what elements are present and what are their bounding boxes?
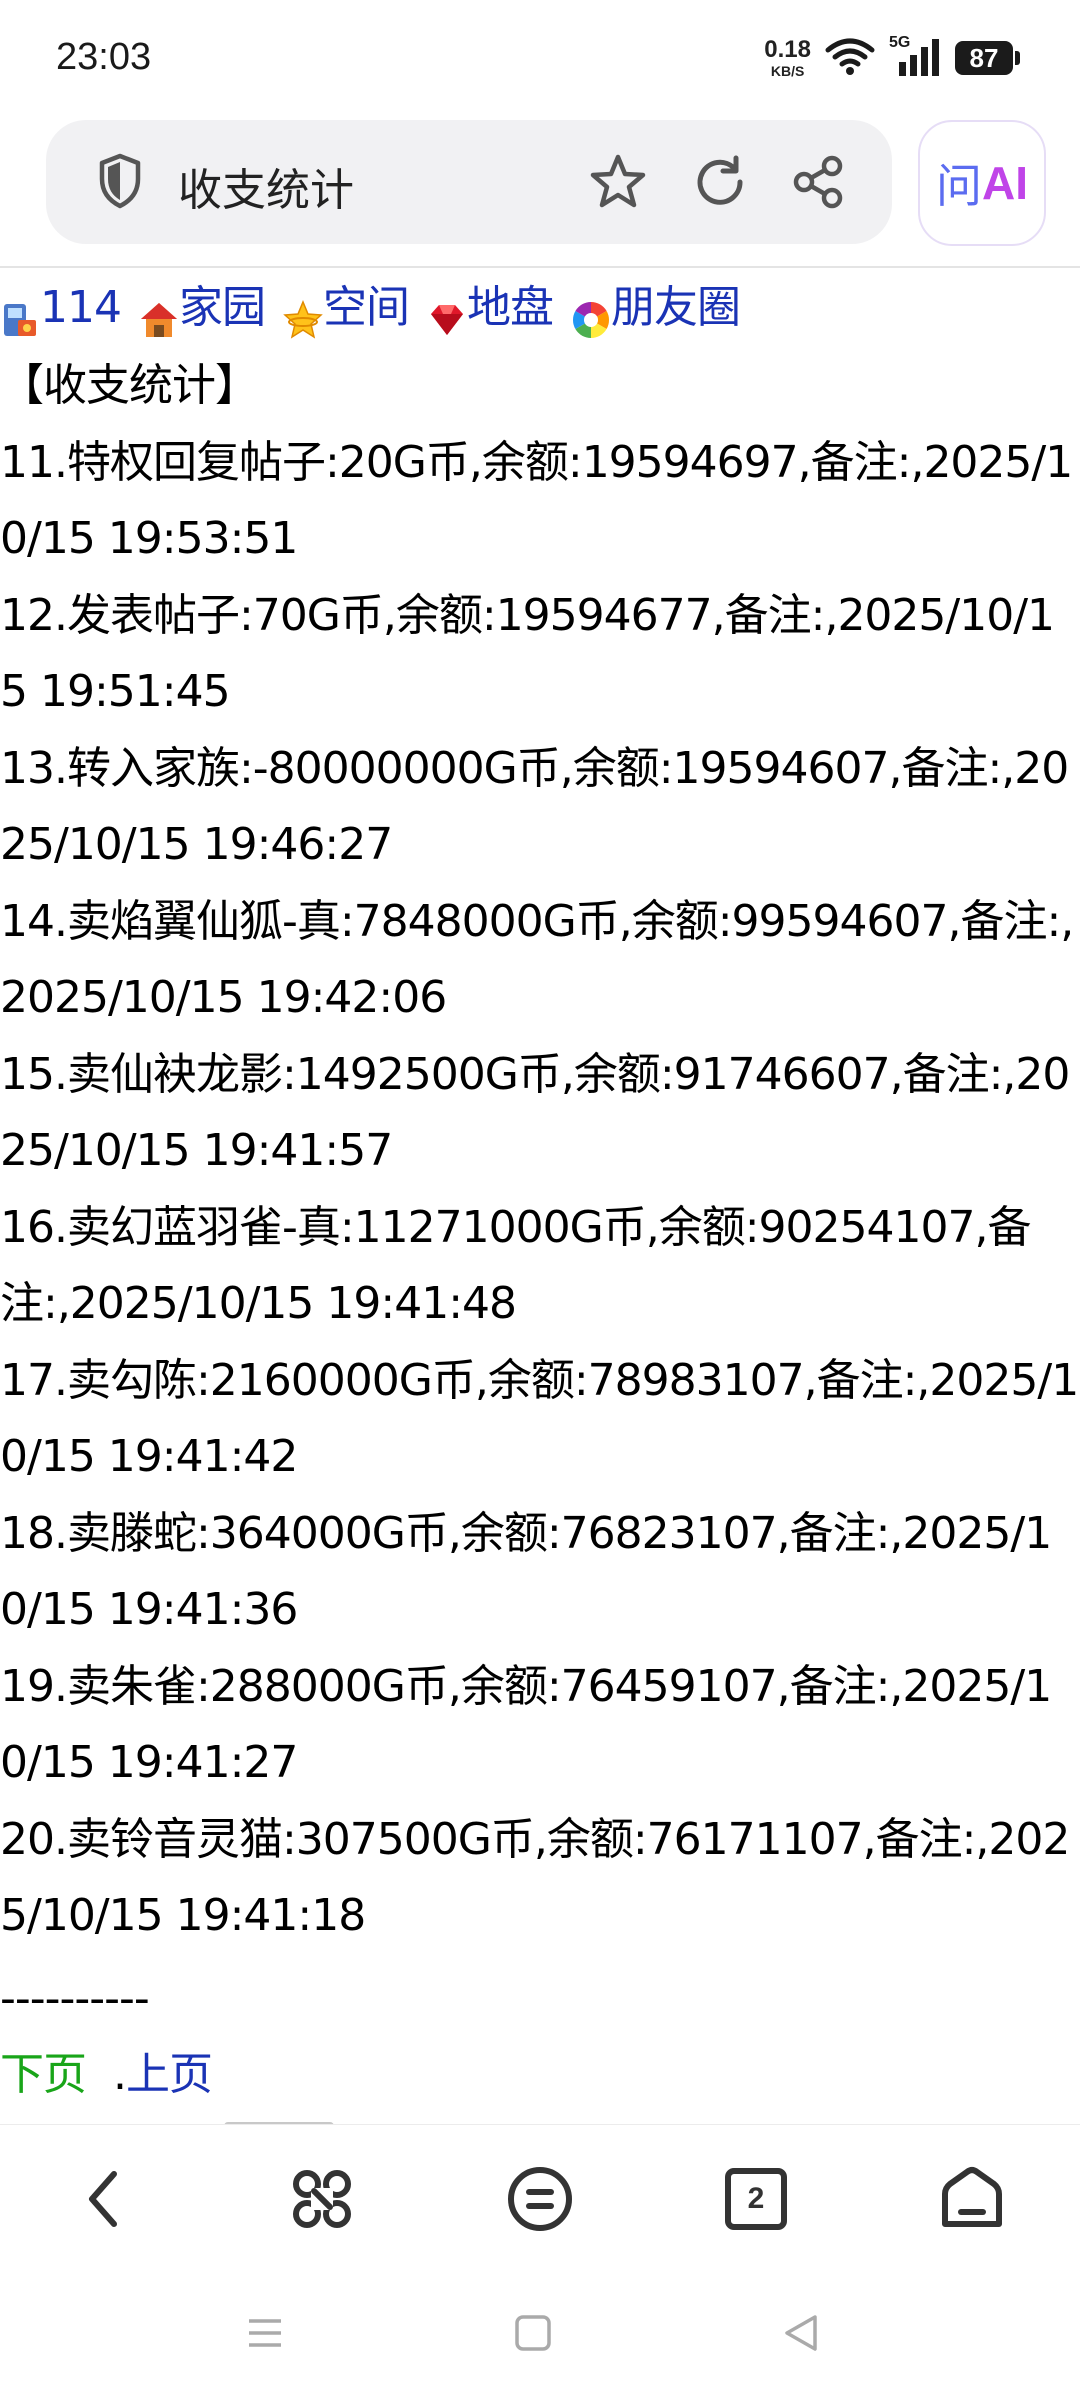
home-icon (139, 288, 179, 337)
ask-ai-suffix: AI (982, 157, 1028, 209)
battery-icon: 87 (955, 41, 1020, 75)
section-title: 【收支统计】 (0, 360, 259, 411)
rainbow-circle-icon (571, 288, 611, 338)
list-item: 19.卖朱雀:288000G币,余额:76459107,备注:,2025/10/… (0, 1660, 1052, 1789)
back-icon[interactable] (68, 2161, 144, 2237)
phone-icon (0, 288, 40, 336)
browser-bottom-nav: 2 (0, 2124, 1080, 2265)
site-nav: 114 家园 空间 地盘 朋友圈 (0, 268, 1080, 348)
list-item: 16.卖幻蓝羽雀-真:11271000G币,余额:90254107,备注:,20… (0, 1201, 1031, 1330)
list-item: 20.卖铃音灵猫:307500G币,余额:76171107,备注:,2025/1… (0, 1813, 1070, 1942)
recent-apps-icon[interactable] (240, 2308, 290, 2358)
home-button-icon[interactable] (508, 2308, 558, 2358)
address-bar[interactable]: 收支统计 (46, 120, 892, 244)
list-item: 13.转入家族:-80000000G币,余额:19594607,备注:,2025… (0, 742, 1069, 871)
nav-link-label: 空间 (322, 281, 410, 333)
ask-ai-prefix: 问 (936, 159, 982, 213)
list-item: 15.卖仙袂龙影:1492500G币,余额:91746607,备注:,2025/… (0, 1048, 1070, 1177)
command-icon[interactable] (284, 2161, 360, 2237)
share-icon[interactable] (786, 150, 850, 214)
tabs-icon[interactable]: 2 (718, 2161, 794, 2237)
page-content: 114 家园 空间 地盘 朋友圈 【收支统计】 11.特权回复帖子:20G币,余… (0, 268, 1080, 2154)
menu-icon[interactable] (502, 2161, 578, 2237)
system-nav-bar (0, 2264, 1080, 2400)
list-item: 11.特权回复帖子:20G币,余额:19594697,备注:,2025/10/1… (0, 436, 1073, 565)
pager-dot: . (113, 2049, 127, 2100)
record-list: 11.特权回复帖子:20G币,余额:19594697,备注:,2025/10/1… (0, 425, 1080, 1955)
ask-ai-button[interactable]: 问 AI (918, 120, 1046, 246)
nav-link-label: 地盘 (466, 281, 554, 333)
pager: 下页 .上页 (0, 2037, 1080, 2114)
prev-page-link[interactable]: 上页 (126, 2049, 213, 2100)
network-speed-value: 0.18 (764, 36, 811, 63)
network-type-label: 5G (889, 34, 911, 51)
network-speed: 0.18 KB/S (764, 36, 811, 79)
status-bar: 23:03 0.18 KB/S 5G 87 (0, 0, 1080, 110)
nav-link-moments[interactable]: 朋友圈 (571, 270, 741, 347)
gem-icon (427, 288, 467, 335)
home-icon[interactable] (934, 2161, 1010, 2237)
star-icon (283, 288, 323, 339)
nav-link-114[interactable]: 114 (0, 270, 122, 347)
refresh-icon[interactable] (688, 150, 752, 214)
nav-link-home[interactable]: 家园 (139, 270, 266, 347)
star-icon[interactable] (586, 150, 650, 214)
cellular-signal-icon: 5G (889, 34, 941, 78)
wifi-icon (825, 36, 875, 80)
nav-link-space[interactable]: 空间 (283, 270, 410, 347)
list-item: 18.卖滕蛇:364000G币,余额:76823107,备注:,2025/10/… (0, 1507, 1052, 1636)
status-time: 23:03 (56, 36, 152, 78)
nav-link-label: 家园 (178, 281, 266, 333)
page-title[interactable]: 收支统计 (178, 154, 354, 218)
network-speed-unit: KB/S (770, 63, 805, 79)
list-item: 12.发表帖子:70G币,余额:19594677,备注:,2025/10/15 … (0, 589, 1055, 718)
nav-link-territory[interactable]: 地盘 (427, 270, 554, 347)
next-page-link[interactable]: 下页 (0, 2049, 87, 2100)
tab-count: 2 (747, 2182, 765, 2215)
nav-link-label: 114 (40, 281, 122, 333)
list-item: 14.卖焰翼仙狐-真:7848000G币,余额:99594607,备注:,202… (0, 895, 1074, 1024)
battery-level: 87 (955, 41, 1013, 75)
list-item: 17.卖勾陈:2160000G币,余额:78983107,备注:,2025/10… (0, 1354, 1079, 1483)
separator: ---------- (0, 1972, 150, 2024)
nav-link-label: 朋友圈 (610, 281, 741, 333)
shield-icon[interactable] (96, 152, 144, 214)
system-back-icon[interactable] (776, 2308, 826, 2358)
status-indicators: 0.18 KB/S 5G 87 (764, 34, 1020, 82)
